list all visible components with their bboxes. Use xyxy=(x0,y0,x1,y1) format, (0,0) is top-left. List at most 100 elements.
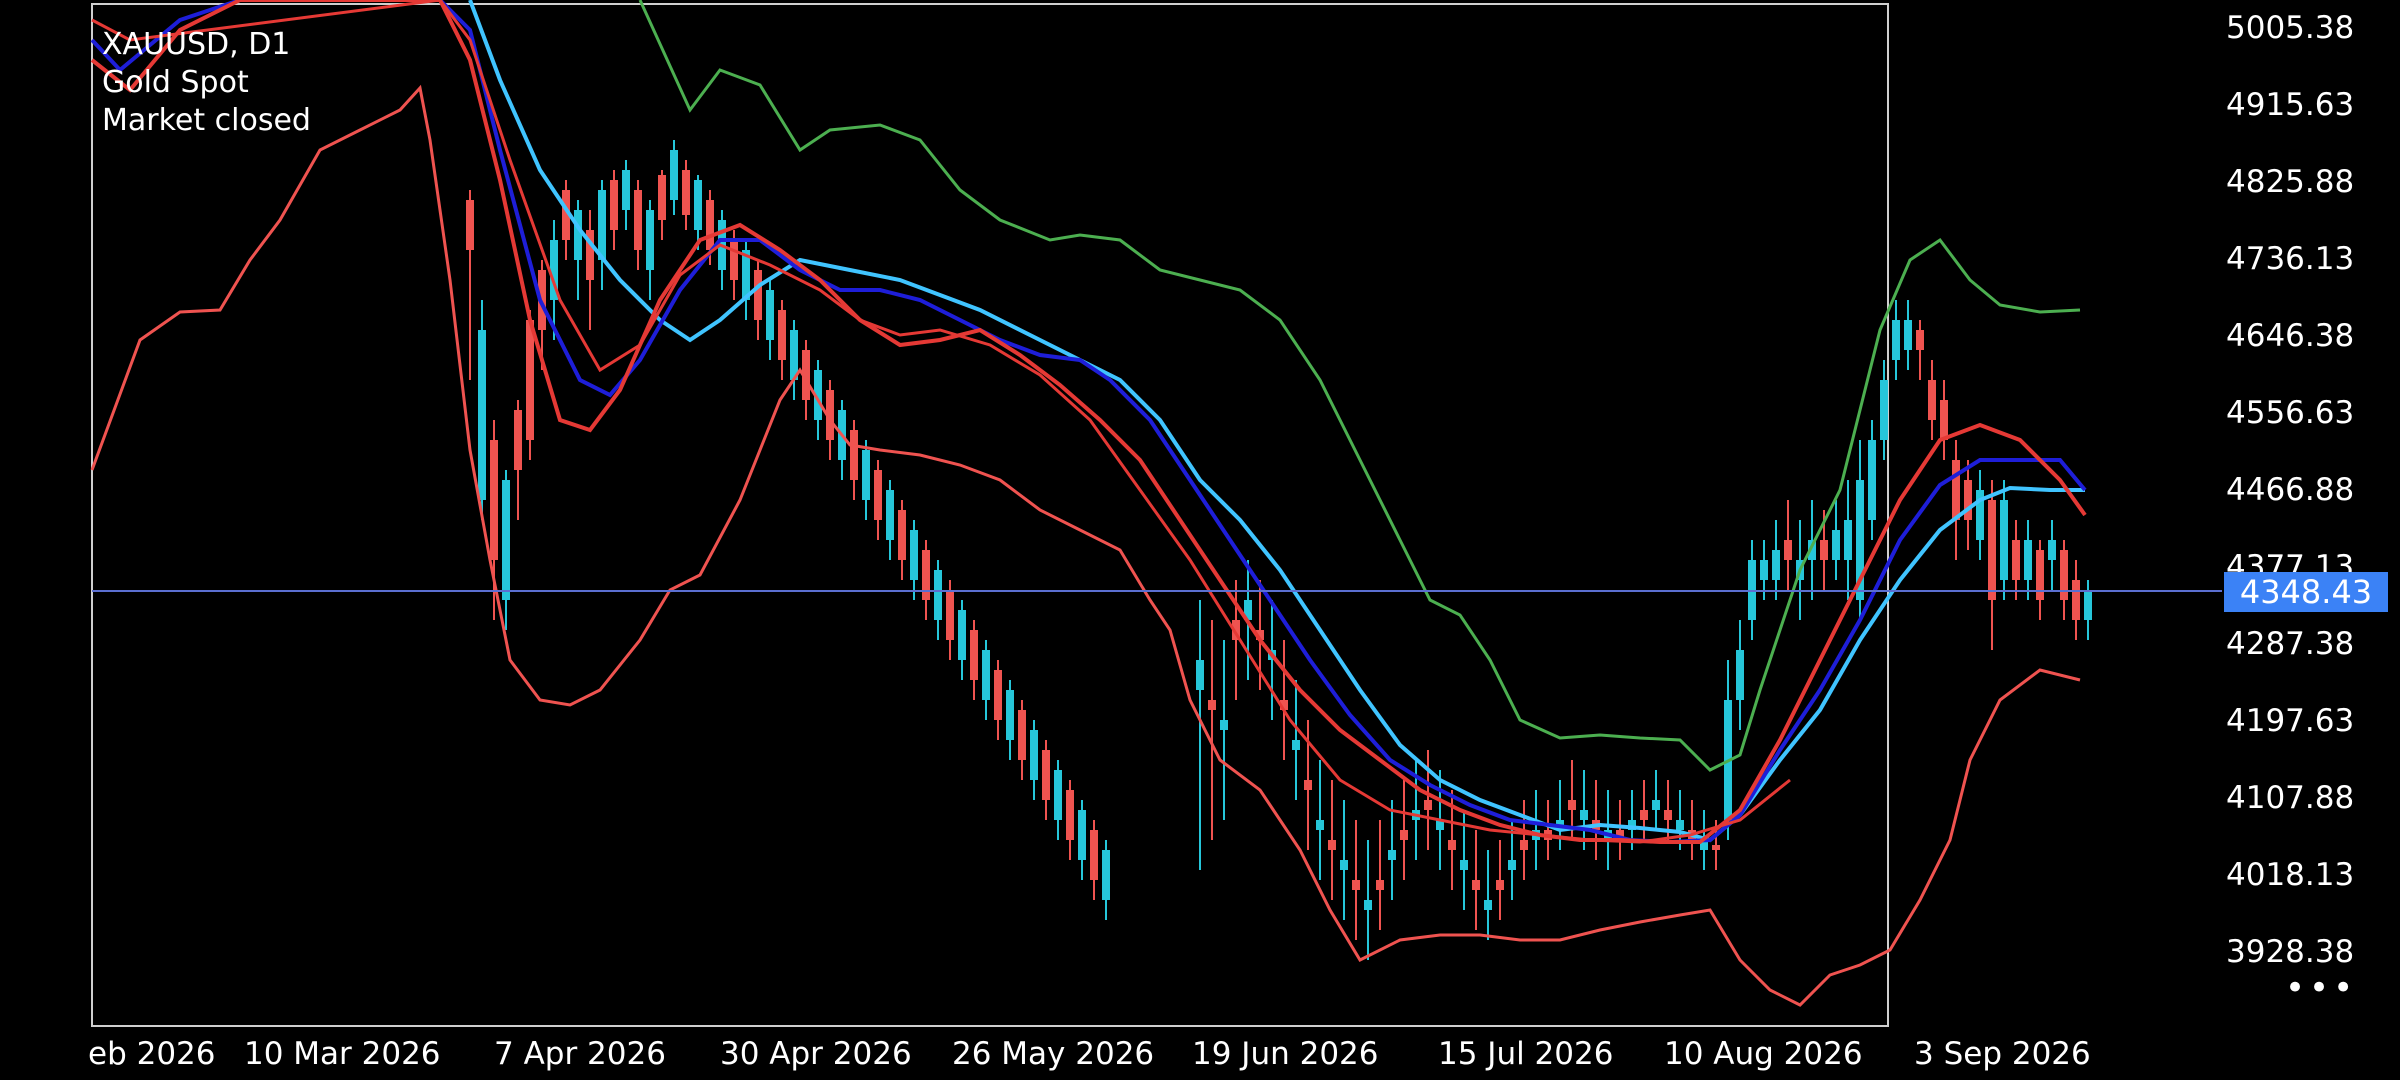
symbol-title: XAUUSD, D1 xyxy=(102,27,291,62)
price-chart[interactable] xyxy=(0,0,2400,1080)
candle-body xyxy=(778,310,786,360)
bollinger-upper-band xyxy=(638,0,2081,772)
moving-average-slow xyxy=(468,0,2085,843)
candle-body xyxy=(598,190,606,260)
price-tick: 4197.63 xyxy=(2226,703,2355,739)
candle-body xyxy=(1006,690,1014,740)
candle-body xyxy=(730,240,738,280)
candle-body xyxy=(1208,700,1216,710)
candle-body xyxy=(2000,500,2008,580)
candle-body xyxy=(1664,810,1672,820)
candle-body xyxy=(874,470,882,520)
candle-body xyxy=(514,410,522,470)
candle-body xyxy=(478,330,486,500)
candle-body xyxy=(1772,550,1780,580)
candle-body xyxy=(994,670,1002,720)
more-dots-icon[interactable]: ••• xyxy=(2285,968,2357,1008)
candle-body xyxy=(1652,800,1660,810)
candle-body xyxy=(1340,860,1348,870)
price-tick: 4107.88 xyxy=(2226,780,2355,816)
candle-body xyxy=(1328,840,1336,850)
candle-body xyxy=(1316,820,1324,830)
candle-body xyxy=(1760,560,1768,580)
candle-body xyxy=(1736,650,1744,700)
date-tick: 7 Apr 2026 xyxy=(494,1036,666,1072)
candle-body xyxy=(634,190,642,250)
moving-average-mid xyxy=(90,0,2087,845)
candle-body xyxy=(1472,880,1480,890)
candle-body xyxy=(1952,460,1960,520)
candle-body xyxy=(1928,380,1936,420)
candle-body xyxy=(1078,810,1086,860)
candle-body xyxy=(1054,770,1062,820)
candle-body xyxy=(1940,400,1948,440)
candle-body xyxy=(1376,880,1384,890)
candle-body xyxy=(1676,820,1684,830)
candle-body xyxy=(898,510,906,560)
candle-body xyxy=(2060,550,2068,600)
candle-body xyxy=(1520,840,1528,850)
candle-body xyxy=(1868,440,1876,520)
price-tick: 4915.63 xyxy=(2226,87,2355,123)
candle-body xyxy=(1090,830,1098,880)
date-tick: 3 Sep 2026 xyxy=(1914,1036,2091,1072)
price-tick: 4825.88 xyxy=(2226,164,2355,200)
candle-body xyxy=(682,170,690,215)
candle-body xyxy=(850,430,858,480)
candle-body xyxy=(1220,720,1228,730)
candle-body xyxy=(658,175,666,220)
bollinger-lower-band xyxy=(90,84,2081,1007)
price-tick: 4466.88 xyxy=(2226,472,2355,508)
candle-body xyxy=(2084,590,2092,620)
candle-body xyxy=(466,200,474,250)
candle-body xyxy=(622,170,630,210)
candle-body xyxy=(982,650,990,700)
candle-body xyxy=(1964,480,1972,520)
price-tick: 4018.13 xyxy=(2226,857,2355,893)
moving-average-fast-2 xyxy=(91,0,1791,844)
candle-body xyxy=(1448,840,1456,850)
candle-body xyxy=(1352,880,1360,890)
candle-body xyxy=(2036,550,2044,600)
candle-body xyxy=(1496,880,1504,890)
price-tick: 4287.38 xyxy=(2226,626,2355,662)
candle-body xyxy=(1304,780,1312,790)
date-tick: eb 2026 xyxy=(88,1036,216,1072)
candle-body xyxy=(574,210,582,260)
symbol-name: Gold Spot xyxy=(102,65,249,100)
candle-body xyxy=(1042,750,1050,800)
candle-body xyxy=(1102,850,1110,900)
candles xyxy=(466,140,2092,960)
candle-body xyxy=(1364,900,1372,910)
candle-body xyxy=(754,270,762,320)
candle-body xyxy=(526,320,534,440)
candle-body xyxy=(958,610,966,660)
candle-body xyxy=(1066,790,1074,840)
candle-body xyxy=(2072,580,2080,620)
candle-body xyxy=(2012,540,2020,580)
candle-body xyxy=(1484,900,1492,910)
candle-body xyxy=(706,200,714,250)
date-tick: 10 Mar 2026 xyxy=(244,1036,441,1072)
candle-body xyxy=(910,530,918,580)
date-tick: 15 Jul 2026 xyxy=(1438,1036,1614,1072)
candle-body xyxy=(1988,500,1996,600)
candle-body xyxy=(766,290,774,340)
candle-body xyxy=(490,440,498,560)
candle-body xyxy=(1388,850,1396,860)
candle-body xyxy=(1460,860,1468,870)
candle-body xyxy=(946,590,954,640)
date-tick: 26 May 2026 xyxy=(952,1036,1155,1072)
candle-body xyxy=(1424,800,1432,810)
date-tick: 10 Aug 2026 xyxy=(1664,1036,1863,1072)
candle-body xyxy=(1712,845,1720,850)
candle-body xyxy=(1784,540,1792,560)
candle-body xyxy=(1640,810,1648,820)
candle-body xyxy=(1832,530,1840,560)
candle-body xyxy=(1880,380,1888,440)
candle-body xyxy=(862,450,870,500)
candle-body xyxy=(922,550,930,600)
candle-body xyxy=(1580,810,1588,820)
candle-body xyxy=(1508,860,1516,870)
market-status: Market closed xyxy=(102,103,311,138)
